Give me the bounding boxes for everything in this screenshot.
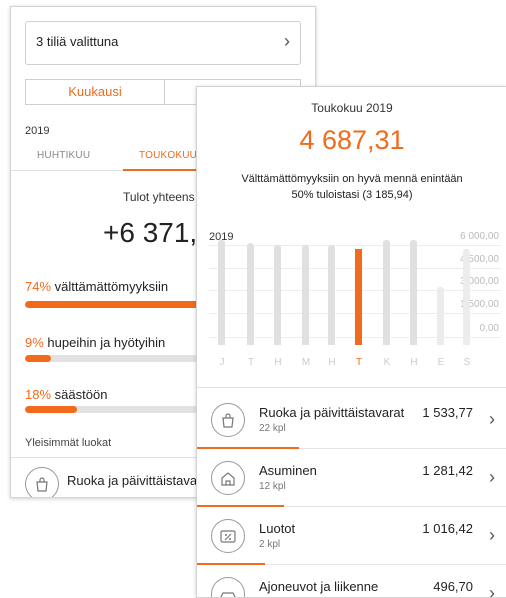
month-label[interactable]: T xyxy=(245,357,257,368)
tab-april[interactable]: HUHTIKUU xyxy=(37,150,90,161)
tab-month[interactable]: Kuukausi xyxy=(26,80,165,104)
alloc-savings: 18% säästöön xyxy=(25,387,107,402)
category-count: 22 kpl xyxy=(259,423,286,434)
category-name: Ajoneuvot ja liikenne xyxy=(259,579,378,594)
category-amount: 1 016,42 xyxy=(422,521,473,536)
tab-may[interactable]: TOUKOKUU xyxy=(139,150,197,161)
month-label[interactable]: J xyxy=(216,357,228,368)
chart-bar[interactable] xyxy=(383,240,390,345)
chart-bar[interactable] xyxy=(274,245,281,345)
needs-detail-panel: Toukokuu 2019 4 687,31 Välttämättömyyksi… xyxy=(196,86,506,598)
category-count: 12 kpl xyxy=(259,481,286,492)
category-row[interactable]: Luotot 2 kpl 1 016,42 › xyxy=(197,507,506,565)
tab-indicator xyxy=(123,169,197,171)
month-label[interactable]: M xyxy=(300,357,312,368)
alloc-fun-pct: 9% xyxy=(25,335,44,350)
month-label[interactable]: T xyxy=(353,357,365,368)
house-icon xyxy=(211,461,245,495)
chart-bar[interactable] xyxy=(218,240,225,345)
chart-bar[interactable] xyxy=(463,249,470,345)
y-tick-label: 6 000,00 xyxy=(460,231,499,242)
detail-amount: 4 687,31 xyxy=(197,125,506,156)
percent-card-icon xyxy=(211,519,245,553)
chart-bar[interactable] xyxy=(328,245,335,345)
chart-bar[interactable] xyxy=(410,240,417,345)
chart-bar[interactable] xyxy=(355,249,362,345)
category-amount: 1 533,77 xyxy=(422,405,473,420)
year-label: 2019 xyxy=(25,125,49,137)
month-label[interactable]: H xyxy=(408,357,420,368)
detail-title: Toukokuu 2019 xyxy=(197,101,506,115)
detail-note: Välttämättömyyksiin on hyvä mennä enintä… xyxy=(237,171,467,203)
car-icon xyxy=(211,577,245,598)
category-name: Luotot xyxy=(259,521,295,536)
month-label[interactable]: E xyxy=(435,357,447,368)
alloc-fun-fill xyxy=(25,355,51,362)
chevron-right-icon: › xyxy=(284,31,290,52)
category-row[interactable]: Asuminen 12 kpl 1 281,42 › xyxy=(197,449,506,507)
category-name: Asuminen xyxy=(259,463,317,478)
income-label: Tulot yhteens xyxy=(123,190,195,204)
alloc-needs: 74% välttämättömyyksiin xyxy=(25,279,168,294)
income-value: +6 371, xyxy=(103,217,197,249)
category-amount: 1 281,42 xyxy=(422,463,473,478)
alloc-needs-pct: 74% xyxy=(25,279,51,294)
chevron-right-icon: › xyxy=(489,409,495,430)
account-selector-label: 3 tiliä valittuna xyxy=(36,34,118,49)
account-selector[interactable]: 3 tiliä valittuna › xyxy=(25,21,301,65)
chevron-right-icon: › xyxy=(489,525,495,546)
chart-bar[interactable] xyxy=(437,287,444,345)
category-amount: 496,70 xyxy=(433,579,473,594)
category-row[interactable]: Ajoneuvot ja liikenne1 kpl496,70› xyxy=(197,565,506,598)
groceries-bag-icon xyxy=(25,467,59,498)
month-label[interactable]: H xyxy=(272,357,284,368)
chart-divider xyxy=(197,387,506,388)
section-title: Yleisimmät luokat xyxy=(25,437,111,449)
groceries-bag-icon xyxy=(211,403,245,437)
category-row[interactable]: Ruoka ja päivittäistavarat 22 kpl 1 533,77… xyxy=(197,391,506,449)
month-label[interactable]: S xyxy=(461,357,473,368)
chevron-right-icon: › xyxy=(489,467,495,488)
category-name[interactable]: Ruoka ja päivittäistava xyxy=(67,473,197,488)
month-label[interactable]: H xyxy=(326,357,338,368)
chart-bar[interactable] xyxy=(247,243,254,345)
alloc-savings-pct: 18% xyxy=(25,387,51,402)
alloc-savings-label: säästöön xyxy=(55,387,108,402)
chart-bar[interactable] xyxy=(302,245,309,345)
alloc-fun: 9% hupeihin ja hyötyihin xyxy=(25,335,165,350)
alloc-needs-label: välttämättömyyksiin xyxy=(55,279,168,294)
month-label[interactable]: K xyxy=(381,357,393,368)
alloc-savings-fill xyxy=(25,406,77,413)
alloc-fun-label: hupeihin ja hyötyihin xyxy=(47,335,165,350)
category-name: Ruoka ja päivittäistavarat xyxy=(259,405,404,420)
y-tick-label: 0,00 xyxy=(480,323,499,334)
category-count: 2 kpl xyxy=(259,539,280,550)
